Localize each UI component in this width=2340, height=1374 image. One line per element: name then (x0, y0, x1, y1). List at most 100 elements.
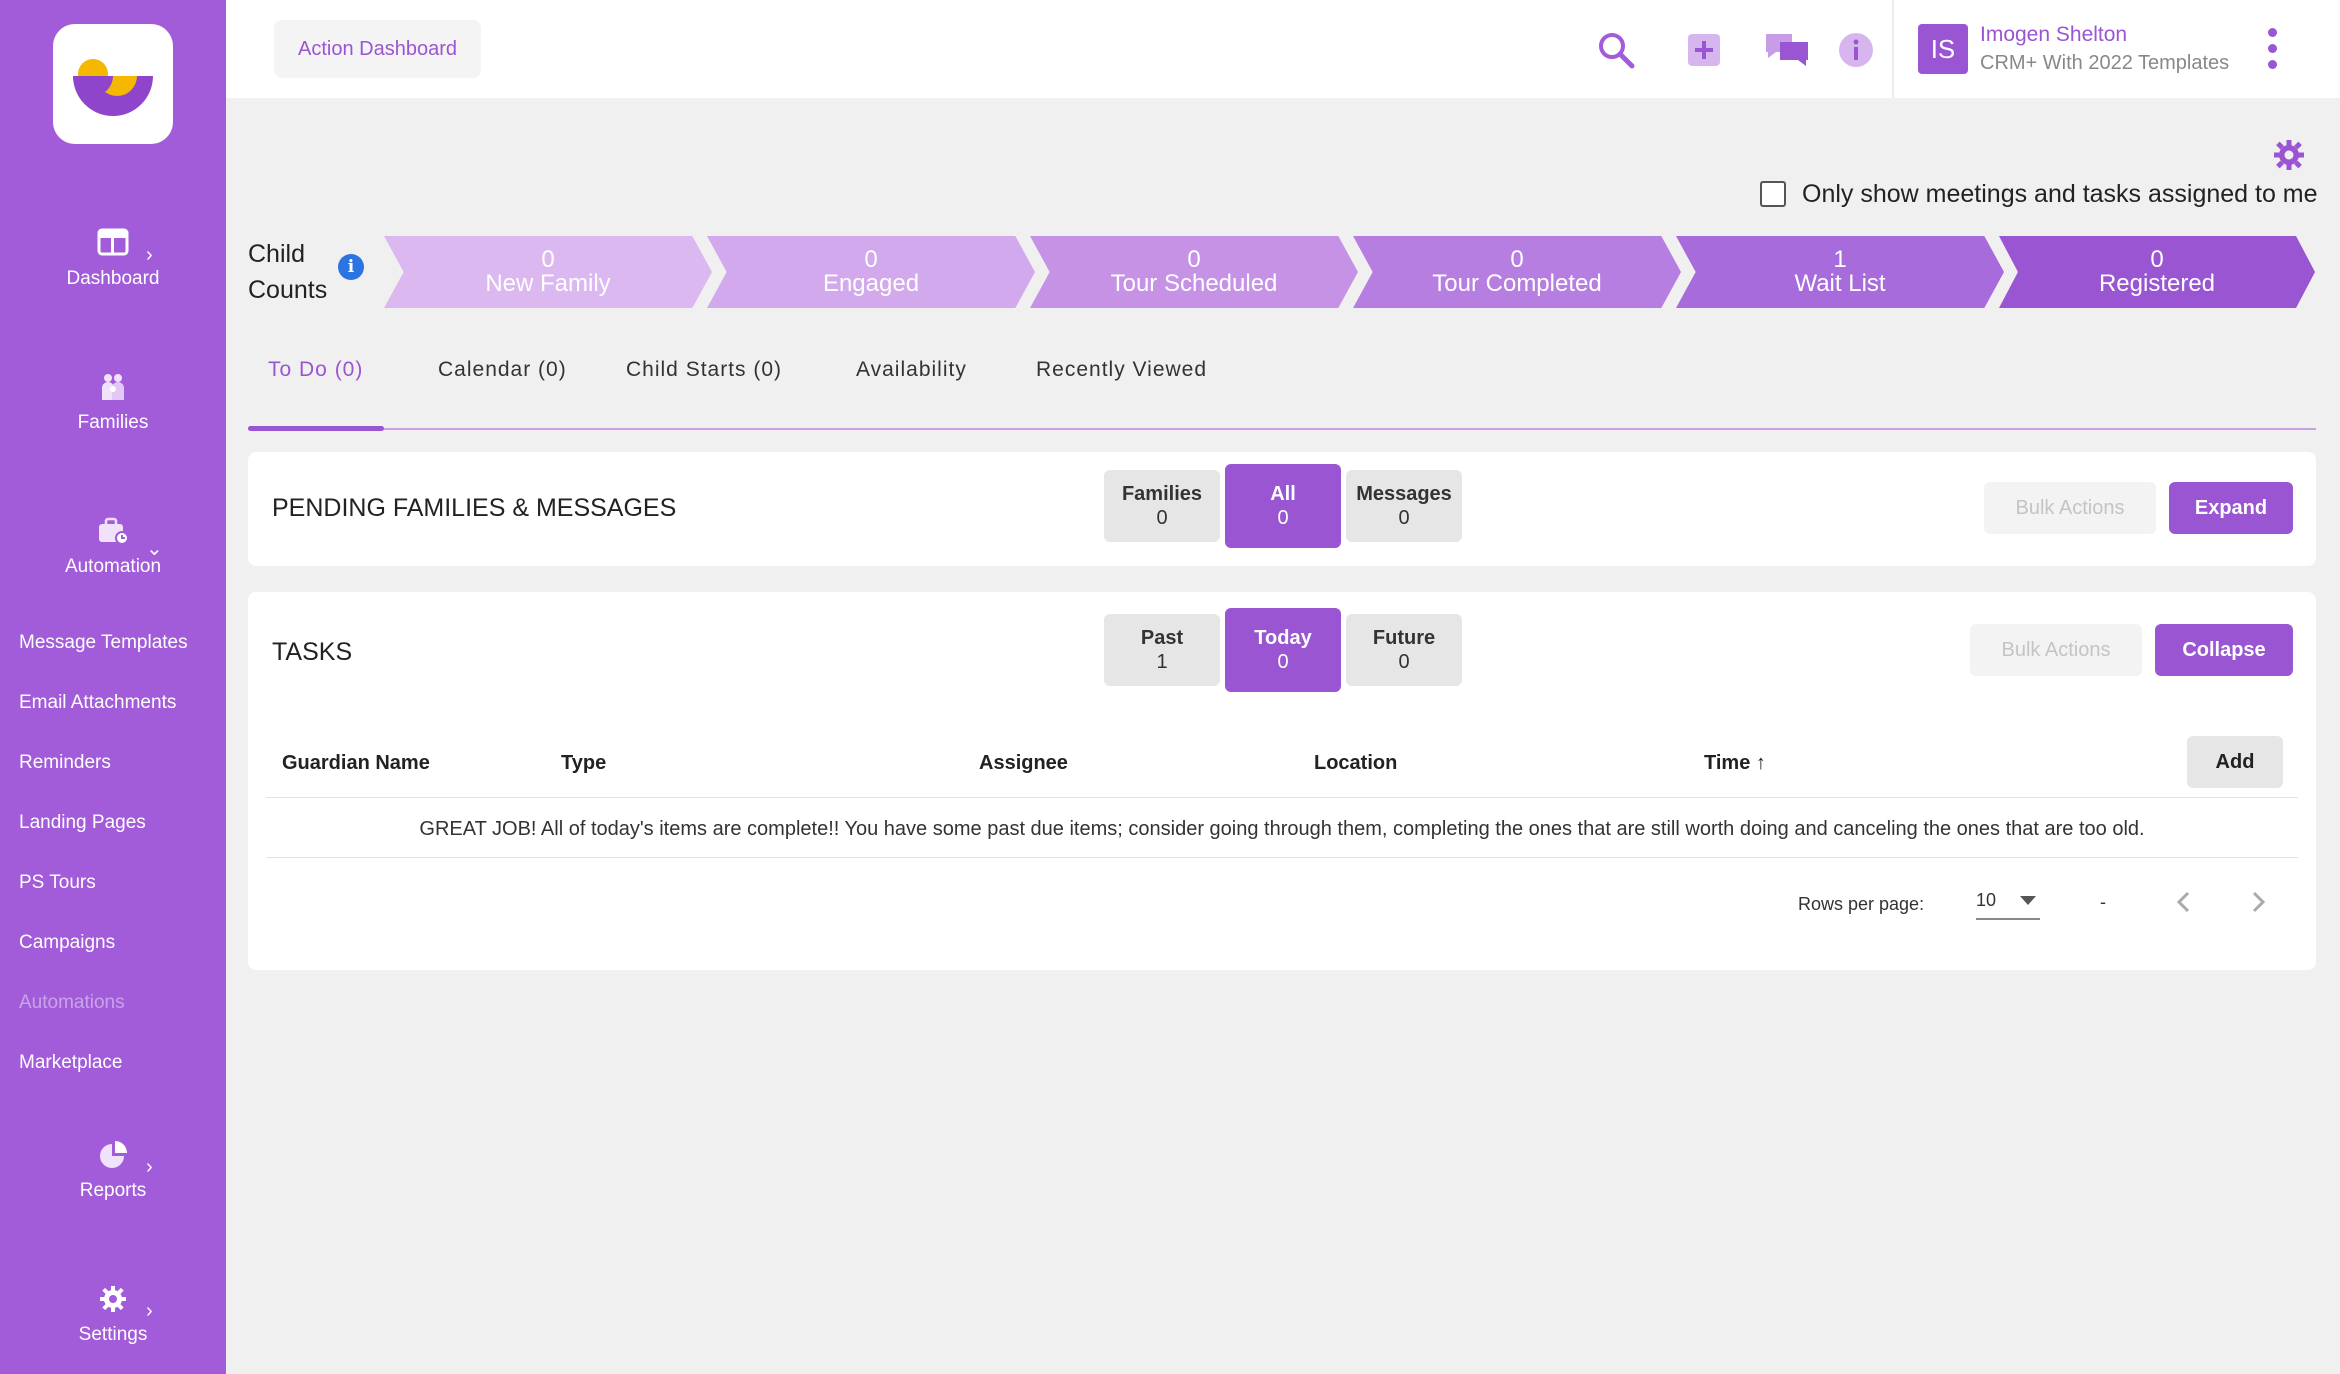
logo-icon (73, 59, 153, 116)
stage-new-family[interactable]: 0 New Family (384, 236, 712, 308)
column-time[interactable]: Time ↑ (1704, 752, 1766, 775)
segment-today[interactable]: Today 0 (1225, 608, 1341, 692)
bulk-actions-button[interactable]: Bulk Actions (1970, 624, 2142, 676)
sidebar-item-marketplace[interactable]: Marketplace (19, 1052, 123, 1074)
user-org: CRM+ With 2022 Templates (1980, 52, 2230, 74)
sidebar-item-reminders[interactable]: Reminders (19, 752, 111, 774)
info-icon[interactable] (1836, 30, 1876, 70)
tab-availability[interactable]: Availability (856, 358, 967, 382)
sidebar-item-landing-pages[interactable]: Landing Pages (19, 812, 146, 834)
breadcrumb[interactable]: Action Dashboard (274, 20, 481, 78)
stage-tour-completed[interactable]: 0 Tour Completed (1353, 236, 1681, 308)
user-name[interactable]: Imogen Shelton (1980, 23, 2127, 47)
expand-button[interactable]: Expand (2169, 482, 2293, 534)
chevron-down-icon: ⌄ (146, 538, 163, 560)
segment-label: All (1270, 483, 1296, 505)
segment-label: Today (1254, 627, 1312, 649)
gear-icon[interactable] (2272, 138, 2306, 172)
stage-count: 0 (1187, 246, 1201, 273)
families-icon (102, 374, 124, 400)
pending-card: PENDING FAMILIES & MESSAGES Families 0 A… (248, 452, 2316, 566)
nav-label: Settings (78, 1324, 148, 1345)
tab-bar: To Do (0) Calendar (0) Child Starts (0) … (248, 350, 2316, 431)
active-tab-indicator (248, 426, 384, 431)
nav-label: Families (77, 412, 149, 433)
sidebar-item-ps-tours[interactable]: PS Tours (19, 872, 96, 894)
stage-count: 0 (2150, 246, 2164, 273)
collapse-button[interactable]: Collapse (2155, 624, 2293, 676)
stage-label: Registered (2098, 270, 2216, 297)
tasks-card: TASKS Past 1 Today 0 Future 0 Bulk Actio… (248, 592, 2316, 970)
caret-down-icon[interactable] (2020, 896, 2036, 905)
stage-wait-list[interactable]: 1 Wait List (1676, 236, 2004, 308)
chevron-right-icon[interactable] (2238, 882, 2278, 922)
segment-past[interactable]: Past 1 (1104, 614, 1220, 686)
add-task-button[interactable]: Add (2187, 736, 2283, 788)
app-logo[interactable] (53, 24, 173, 144)
child-counts-title-line1: Child (248, 240, 305, 268)
nav-settings[interactable]: Settings › (0, 1284, 226, 1346)
segment-families[interactable]: Families 0 (1104, 470, 1220, 542)
stage-label: Tour Completed (1432, 270, 1602, 297)
empty-message: GREAT JOB! All of today's items are comp… (419, 818, 2145, 840)
segment-label: Future (1372, 627, 1436, 649)
column-assignee[interactable]: Assignee (979, 752, 1068, 775)
sidebar-item-campaigns[interactable]: Campaigns (19, 932, 115, 954)
segment-messages[interactable]: Messages 0 (1346, 470, 1462, 542)
bulk-actions-button[interactable]: Bulk Actions (1984, 482, 2156, 534)
more-menu-icon[interactable] (2266, 28, 2278, 70)
segment-count: 0 (1277, 651, 1289, 673)
sidebar-item-message-templates[interactable]: Message Templates (19, 632, 188, 654)
divider (266, 857, 2298, 858)
segment-count: 1 (1156, 651, 1168, 673)
stage-count: 0 (864, 246, 878, 273)
stage-tour-scheduled[interactable]: 0 Tour Scheduled (1030, 236, 1358, 308)
automation-icon (99, 517, 129, 545)
chat-icon[interactable] (1762, 30, 1812, 70)
stage-registered[interactable]: 0 Registered (1999, 236, 2315, 308)
tab-child-starts[interactable]: Child Starts (0) (626, 358, 782, 382)
info-icon[interactable]: i (338, 254, 364, 280)
segment-label: Messages (1356, 483, 1452, 505)
avatar[interactable]: IS (1918, 24, 1968, 74)
only-mine-label[interactable]: Only show meetings and tasks assigned to… (1802, 180, 2318, 209)
chevron-right-icon: › (146, 1156, 153, 1178)
page-range: - (2100, 892, 2106, 912)
search-icon[interactable] (1596, 30, 1636, 70)
segment-future[interactable]: Future 0 (1346, 614, 1462, 686)
add-icon[interactable] (1684, 30, 1724, 70)
tasks-title: TASKS (272, 638, 353, 666)
dashboard-icon (97, 228, 129, 256)
top-bar: Action Dashboard IS Imogen Shelton CRM+ … (226, 0, 2340, 98)
nav-automation[interactable]: Automation ⌄ (0, 516, 226, 578)
column-type[interactable]: Type (561, 752, 606, 775)
only-mine-checkbox[interactable] (1760, 181, 1786, 207)
segment-label: Past (1140, 627, 1184, 649)
nav-label: Dashboard (66, 268, 160, 289)
sidebar-item-email-attachments[interactable]: Email Attachments (19, 692, 176, 714)
chevron-left-icon[interactable] (2164, 882, 2204, 922)
tab-recently-viewed[interactable]: Recently Viewed (1036, 358, 1207, 382)
stage-count: 1 (1833, 246, 1847, 273)
divider (266, 797, 2298, 798)
stage-engaged[interactable]: 0 Engaged (707, 236, 1035, 308)
stage-count: 0 (1510, 246, 1524, 273)
stage-label: New Family (485, 270, 611, 297)
child-counts-title: Child Counts (248, 236, 327, 308)
nav-reports[interactable]: Reports › (0, 1140, 226, 1202)
rows-per-page-label: Rows per page: (1798, 894, 1925, 914)
segment-count: 0 (1156, 507, 1168, 529)
sidebar-item-automations[interactable]: Automations (19, 992, 125, 1014)
segment-count: 0 (1398, 507, 1410, 529)
segment-count: 0 (1277, 507, 1289, 529)
column-location[interactable]: Location (1314, 752, 1397, 775)
column-guardian-name[interactable]: Guardian Name (282, 752, 430, 775)
nav-dashboard[interactable]: Dashboard › (0, 228, 226, 290)
sidebar: Dashboard › Families Automation ⌄ Messag… (0, 0, 226, 1374)
sort-arrow-icon: ↑ (1755, 752, 1766, 774)
nav-families[interactable]: Families (0, 372, 226, 434)
segment-all[interactable]: All 0 (1225, 464, 1341, 548)
stage-label: Tour Scheduled (1110, 270, 1278, 297)
tab-calendar[interactable]: Calendar (0) (438, 358, 567, 382)
tab-todo[interactable]: To Do (0) (268, 358, 363, 382)
